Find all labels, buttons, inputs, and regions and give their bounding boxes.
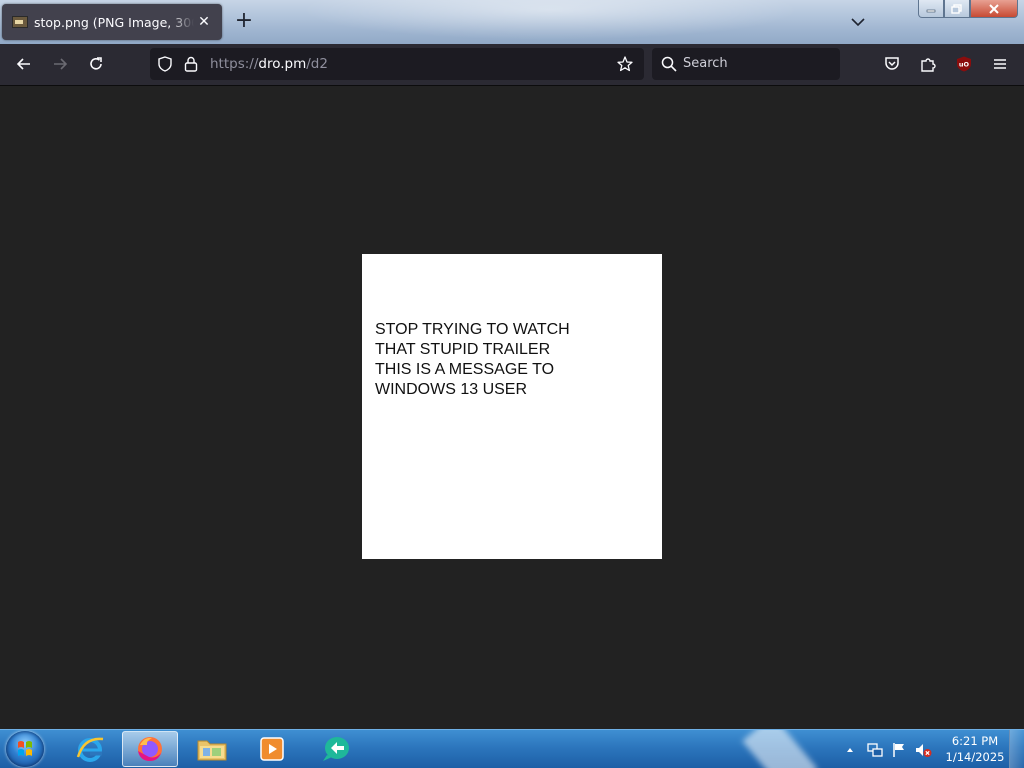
page-content: STOP TRYING TO WATCH THAT STUPID TRAILER… [0,86,1024,729]
image-favicon-icon [12,16,28,28]
media-player-icon [260,737,284,761]
puzzle-piece-icon [921,58,936,72]
show-desktop-button[interactable] [1009,730,1024,768]
close-window-button[interactable] [970,0,1018,18]
bookmark-star-icon[interactable] [616,55,634,73]
ublock-origin-button[interactable]: uO [952,52,976,76]
image-text-line: WINDOWS 13 USER [375,381,528,398]
extensions-button[interactable] [916,52,940,76]
arrow-right-icon [54,58,68,70]
navigation-toolbar: https://dro.pm/d2 Search uO [0,44,1024,86]
notification-area [842,730,932,768]
minimize-icon [926,9,936,12]
taskbar-firefox[interactable] [122,731,178,767]
reload-button[interactable] [84,52,108,76]
title-bar: stop.png (PNG Image, 300 × 305 pixels) ✕… [0,0,1024,44]
pocket-button[interactable] [880,52,904,76]
close-icon [989,3,999,14]
window-controls [918,0,1018,18]
image-text-line: THAT STUPID TRAILER [375,341,551,358]
app-menu-button[interactable] [988,52,1012,76]
forward-button[interactable] [48,52,72,76]
network-icon[interactable] [866,741,884,759]
taskbar-clock[interactable]: 6:21 PM 1/14/2025 [940,733,1010,765]
clock-date: 1/14/2025 [945,750,1005,764]
taskbar-chat-app[interactable] [308,731,364,767]
search-icon [661,56,677,72]
windows-taskbar: 6:21 PM 1/14/2025 [0,729,1024,768]
url-bar[interactable]: https://dro.pm/d2 [150,48,644,80]
taskbar-internet-explorer[interactable] [62,731,118,767]
chat-bubble-icon [323,737,349,761]
new-tab-button[interactable]: + [232,10,256,34]
restore-button[interactable] [944,0,970,18]
search-placeholder: Search [683,56,728,71]
displayed-image[interactable]: STOP TRYING TO WATCH THAT STUPID TRAILER… [362,254,662,559]
title-bar-glow [300,0,800,40]
chevron-down-icon [851,18,865,27]
taskbar-media-player[interactable] [244,731,300,767]
reload-icon [90,57,102,70]
windows-logo-icon [18,741,32,756]
url-scheme: https:// [210,56,259,72]
tab-close-icon[interactable]: ✕ [194,14,214,30]
action-center-flag-icon[interactable] [890,741,908,759]
start-button[interactable] [6,731,44,767]
speaker-muted-icon[interactable] [914,741,932,759]
tab-title: stop.png (PNG Image, 300 × 305 pixels) [34,14,194,30]
back-button[interactable] [12,52,36,76]
image-text-line: THIS IS A MESSAGE TO [375,361,555,378]
minimize-button[interactable] [918,0,944,18]
clock-time: 6:21 PM [951,734,999,748]
arrow-left-icon [16,58,30,70]
url-path: /d2 [306,56,328,72]
search-bar[interactable]: Search [652,48,840,80]
show-hidden-icons-chevron-up-icon[interactable] [842,742,858,758]
firefox-icon [138,737,162,761]
taskbar-file-explorer[interactable] [184,731,240,767]
folder-icon [197,740,227,761]
lock-icon[interactable] [183,55,199,73]
list-all-tabs-button[interactable] [846,10,870,34]
internet-explorer-icon [76,737,104,762]
url-text[interactable]: https://dro.pm/d2 [210,56,328,72]
tab-active[interactable]: stop.png (PNG Image, 300 × 305 pixels) ✕ [2,4,222,40]
ublock-shield-icon: uO [957,56,971,72]
restore-icon [951,3,962,14]
taskbar-light-streak [742,730,818,768]
image-text-line: STOP TRYING TO WATCH [375,321,570,338]
hamburger-menu-icon [994,59,1006,69]
pocket-icon [885,57,899,70]
tracking-protection-shield-icon[interactable] [156,55,174,73]
url-host: dro.pm [258,56,307,72]
svg-text:uO: uO [959,61,970,69]
